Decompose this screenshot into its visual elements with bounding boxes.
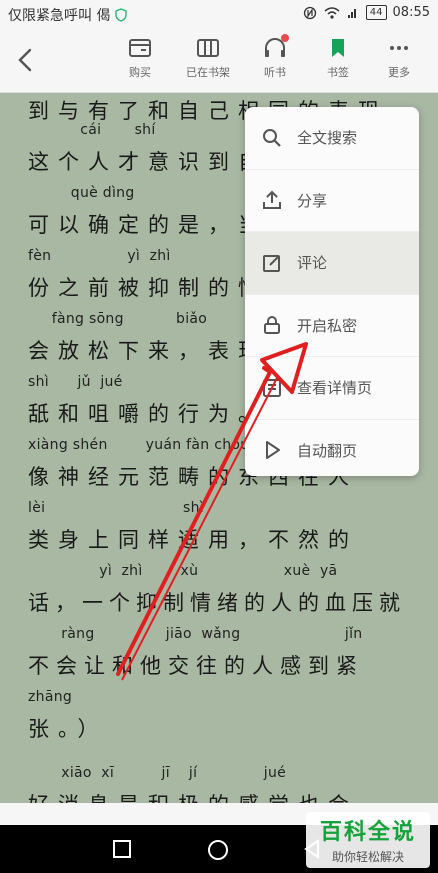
more-menu: 全文搜索 分享 评论 开启私密 查看详情页 自动翻页 (245, 107, 419, 476)
menu-item-share[interactable]: 分享 (245, 170, 419, 232)
details-icon (263, 378, 281, 397)
menu-item-full-text-search[interactable]: 全文搜索 (245, 107, 419, 170)
clock: 08:55 (392, 5, 430, 20)
menu-item-private-mode[interactable]: 开启私密 (245, 295, 419, 357)
share-icon (263, 190, 281, 210)
battery-indicator: 44 (365, 5, 387, 20)
menu-item-label: 开启私密 (297, 316, 358, 335)
toolbar-on-shelf-button[interactable]: 已在书架 (178, 36, 238, 80)
watermark-subtitle: 助你轻松解决 (331, 850, 404, 864)
text-line: ràng jiāo wǎng jǐn 不会让和他交往的人感到紧 (0, 626, 438, 690)
pinyin-line: xiāo xī jī jí jué (28, 765, 287, 781)
menu-item-view-details[interactable]: 查看详情页 (245, 357, 419, 420)
reader-toolbar: 购买 已在书架 听书 书签 更多 (0, 28, 438, 93)
toolbar-on-shelf-label: 已在书架 (186, 66, 230, 79)
menu-item-label: 分享 (297, 191, 328, 210)
pinyin-line: fèn yì zhì (28, 248, 171, 264)
recent-apps-icon[interactable] (112, 839, 132, 859)
play-icon (266, 441, 280, 460)
menu-item-label: 评论 (297, 254, 328, 273)
text-line: xiāo xī jī jí jué 好消息是积极的感觉也会 (0, 765, 438, 803)
pinyin-line: zhāng (28, 689, 73, 705)
wifi-icon (324, 6, 340, 19)
toolbar-more-label: 更多 (388, 66, 410, 79)
toolbar-listen-label: 听书 (264, 66, 286, 79)
menu-item-label: 自动翻页 (297, 441, 358, 460)
lock-icon (264, 316, 280, 335)
bookmark-icon (332, 39, 344, 57)
hanzi-line: 类身上同样适用，不然的 (28, 528, 358, 552)
pinyin-line: yì zhì xù xuè yā (28, 563, 338, 579)
hanzi-line: 可以确定的是，当 (28, 213, 268, 237)
status-left: 仅限紧急呼叫 偈 (8, 5, 128, 25)
hanzi-line: 话，一个抑制情绪的人的血压就 (28, 591, 406, 615)
pinyin-line: ràng jiāo wǎng jǐn (28, 626, 363, 642)
text-line: lèi shì 类身上同样适用，不然的 (0, 500, 438, 564)
text-line: zhāng 张。） (0, 689, 438, 753)
menu-item-auto-page-turn[interactable]: 自动翻页 (245, 420, 419, 477)
hanzi-line: 会放松下来，表现 (28, 339, 268, 363)
search-icon (263, 128, 281, 147)
hanzi-line: 不会让和他交往的人感到紧 (28, 654, 364, 678)
watermark-title: 百科全说 (319, 820, 416, 845)
hanzi-line: 舐和咀嚼的行为。 (28, 402, 268, 426)
status-right: 44 08:55 (302, 5, 430, 20)
signal-icon (347, 8, 356, 18)
hanzi-line: 这个人才意识到自 (28, 150, 268, 174)
pinyin-line: xiàng shén yuán fàn chóu (28, 437, 250, 453)
pinyin-line: cái shí (28, 122, 156, 138)
card-icon (129, 39, 151, 57)
pinyin-line: fàng sōng biǎo (28, 311, 208, 327)
back-button[interactable] (10, 44, 42, 76)
text-line: yì zhì xù xuè yā 话，一个抑制情绪的人的血压就 (0, 563, 438, 627)
edit-icon (263, 254, 280, 272)
status-bar: 仅限紧急呼叫 偈 44 08:55 (0, 0, 438, 28)
toolbar-bookmark-button[interactable]: 书签 (308, 36, 368, 80)
hanzi-line: 好消息是积极的感觉也会 (28, 789, 358, 803)
pinyin-line: lèi shì (28, 500, 205, 516)
toolbar-buy-label: 购买 (129, 66, 151, 79)
pinyin-line: què dìng (28, 185, 135, 201)
watermark-logo: 百科全说 助你轻松解决 (306, 812, 430, 868)
bookshelf-icon (197, 39, 219, 57)
shield-icon (115, 8, 128, 22)
notification-dot (281, 34, 289, 42)
toolbar-buy-button[interactable]: 购买 (110, 36, 170, 80)
hanzi-line: 张。） (28, 717, 108, 741)
chevron-left-icon (18, 48, 32, 72)
menu-item-label: 查看详情页 (297, 379, 373, 398)
hanzi-line: 份之前被抑制的情 (28, 276, 268, 300)
home-icon[interactable] (207, 839, 229, 861)
toolbar-bookmark-label: 书签 (327, 66, 349, 79)
menu-item-label: 全文搜索 (297, 129, 358, 148)
carrier-text: 仅限紧急呼叫 偈 (8, 8, 111, 24)
toolbar-listen-button[interactable]: 听书 (245, 34, 305, 80)
menu-item-comment[interactable]: 评论 (245, 232, 419, 295)
nfc-icon (303, 6, 316, 19)
toolbar-more-button[interactable]: 更多 (369, 36, 429, 80)
pinyin-line: shì jǔ jué (28, 374, 123, 390)
more-icon (390, 46, 408, 50)
